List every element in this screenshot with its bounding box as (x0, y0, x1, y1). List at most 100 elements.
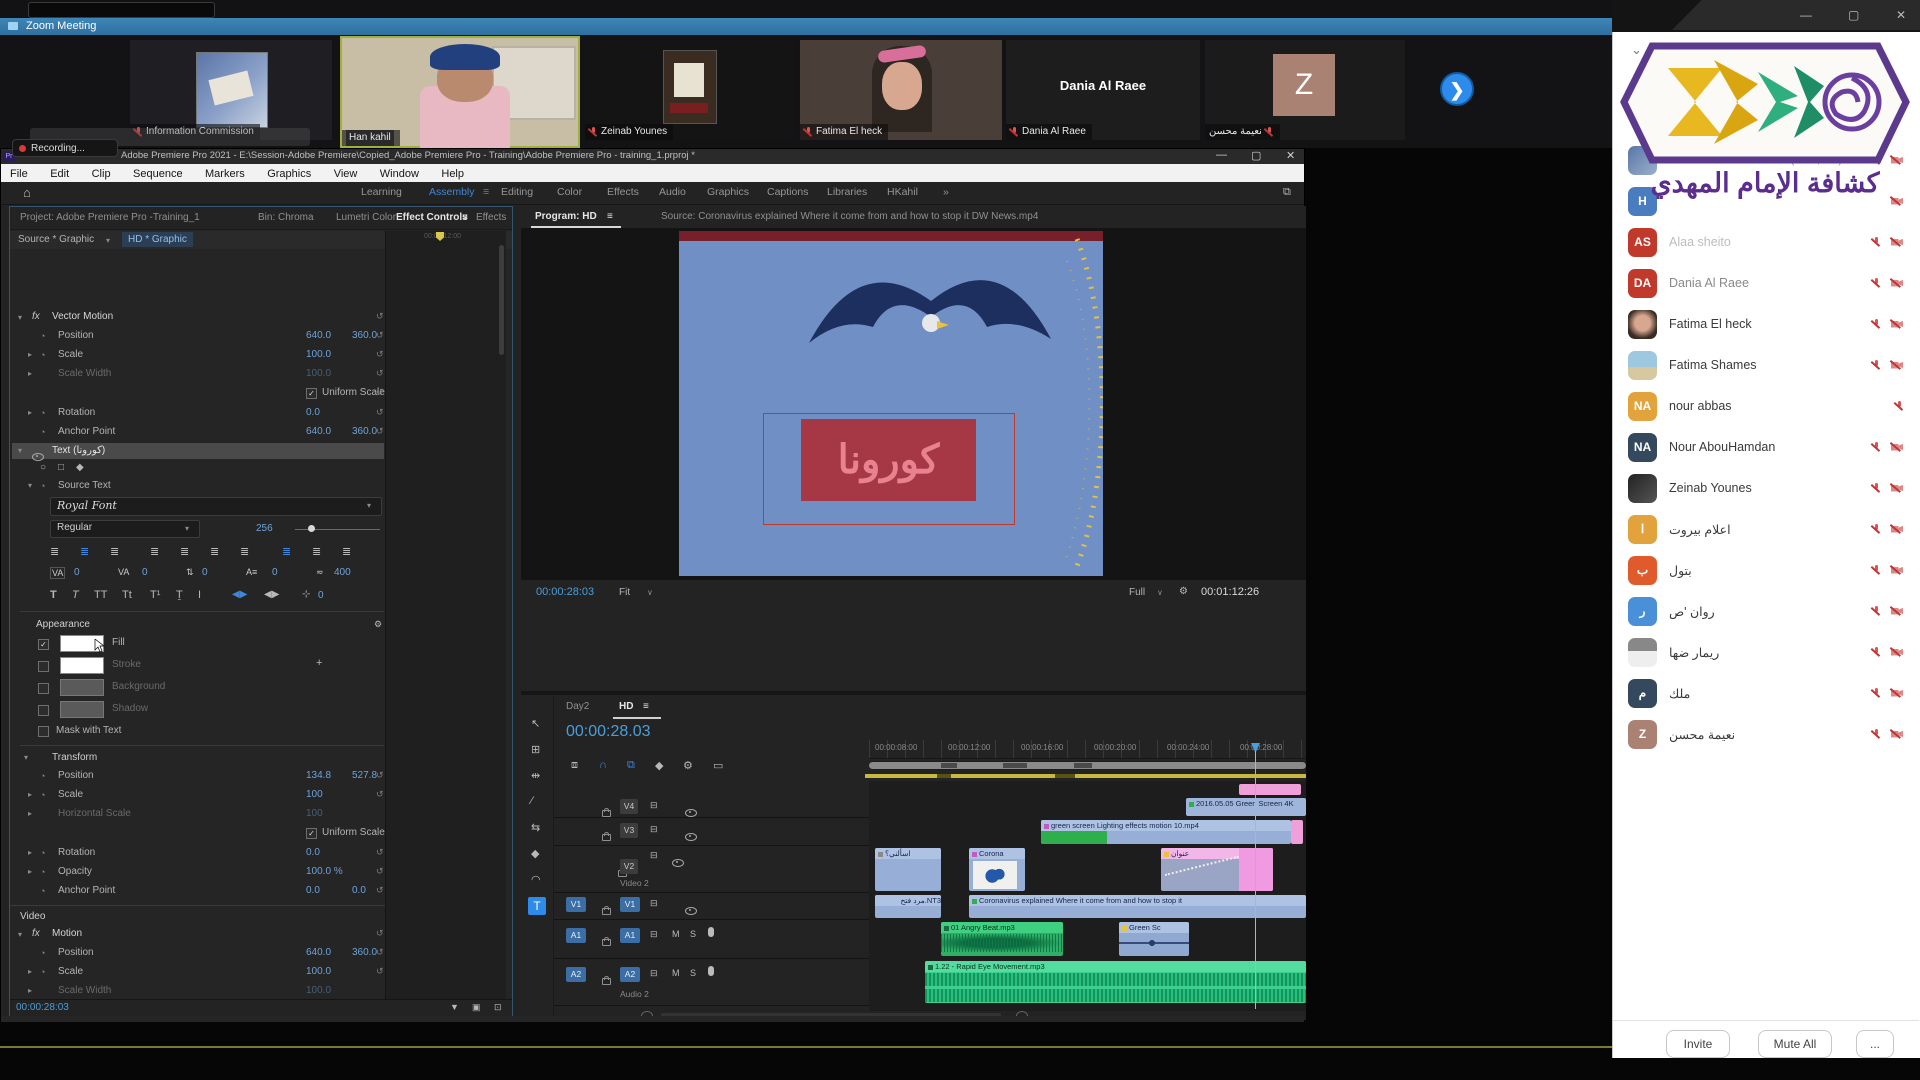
stopwatch-icon[interactable]: ◔ (40, 331, 45, 341)
ripple-edit-tool-icon[interactable]: ⇹ (531, 769, 540, 782)
premiere-titlebar[interactable]: Pr Adobe Premiere Pro 2021 - E:\Session-… (1, 149, 1304, 164)
pen-tool-icon[interactable]: ◆ (531, 847, 539, 860)
track-output-eye-icon[interactable] (685, 907, 697, 915)
disclosure-icon[interactable]: ▸ (28, 408, 32, 417)
tab-project[interactable]: Project: Adobe Premiere Pro -Training_1 (20, 212, 200, 223)
reset-icon[interactable]: ↺ (376, 770, 384, 781)
shadow-color-swatch[interactable] (60, 701, 104, 718)
reset-icon[interactable]: ↺ (376, 407, 384, 418)
timeline-clip-pink-sliver[interactable] (1291, 820, 1303, 844)
slip-tool-icon[interactable]: ⇆ (531, 821, 540, 834)
video-tile-han-kahil[interactable]: Han kahil (340, 36, 580, 148)
v-scale-width-value[interactable]: 100.0 (306, 985, 331, 996)
pen-tool-icon[interactable]: ◆ (76, 462, 84, 473)
tab-source[interactable]: Source: Coronavirus explained Where it c… (661, 211, 1038, 222)
tab-program[interactable]: Program: HD (535, 211, 597, 222)
timeline-ruler[interactable]: 00:00:08:00 00:00:12:00 00:00:16:00 00:0… (869, 740, 1306, 759)
timeline-clip-green-sc-audio[interactable]: Green Sc (1119, 922, 1189, 956)
stopwatch-icon[interactable]: ◔ (40, 481, 45, 491)
video-tile-information-commission[interactable]: Information Commission (130, 40, 332, 140)
mute-button[interactable]: M (672, 968, 680, 978)
timeline-clip-green-screen-4k[interactable]: 2016.05.05 Green Screen 4K (1186, 798, 1306, 816)
shadow-checkbox[interactable] (38, 705, 49, 716)
align-right-icon[interactable]: ≣ (110, 545, 119, 558)
workspace-hkahil[interactable]: HKahil (887, 186, 918, 198)
participant-row[interactable]: DA Dania Al Raee (1628, 263, 1904, 303)
timeline-timecode[interactable]: 00:00:28.03 (566, 723, 651, 741)
track-header-a1[interactable]: A1 A1 ⊟ M S (554, 920, 869, 959)
linked-selection-icon[interactable]: ⧉ (627, 759, 635, 772)
menu-file[interactable]: File (1, 165, 37, 183)
justify-full-icon[interactable]: ≣ (240, 545, 249, 558)
participant-row[interactable]: AS Alaa sheito (1628, 222, 1904, 262)
anchor-y-value[interactable]: 360.0 (352, 426, 377, 437)
panel-menu-icon[interactable]: ≡ (607, 211, 613, 222)
small-caps-icon[interactable]: Tt (122, 589, 132, 601)
strikethrough-icon[interactable]: I (198, 589, 201, 601)
voiceover-mic-icon[interactable] (708, 927, 714, 937)
disclosure-icon[interactable]: ▸ (28, 790, 32, 799)
font-size-slider-handle[interactable] (308, 525, 315, 532)
lock-icon[interactable] (602, 978, 611, 985)
panel-minimize-button[interactable]: — (1800, 8, 1812, 22)
lock-icon[interactable] (602, 908, 611, 915)
menu-markers[interactable]: Markers (196, 165, 254, 183)
type-tool-icon[interactable]: T (528, 897, 546, 915)
disclosure-icon[interactable]: ▸ (28, 867, 32, 876)
reset-icon[interactable]: ↺ (376, 928, 384, 939)
fill-checkbox[interactable]: ✓ (38, 639, 49, 650)
hand-tool-icon[interactable]: ◠ (531, 873, 541, 886)
chevron-down-icon[interactable]: ∨ (647, 588, 653, 597)
rtl-direction-icon[interactable]: ◀▶ (232, 589, 247, 600)
timeline-clip-rapid-eye-movement[interactable]: 1.22 - Rapid Eye Movement.mp3 (925, 961, 1306, 1003)
minimize-button[interactable]: — (1216, 149, 1227, 161)
participant-row[interactable]: ر روان 'ص (1628, 591, 1904, 631)
track-header-v1[interactable]: V1 V1 ⊟ (554, 893, 869, 920)
stroke-width-value[interactable]: 400 (334, 567, 351, 578)
v-position-y[interactable]: 360.0 (352, 947, 377, 958)
chevron-down-icon[interactable]: ∨ (1157, 588, 1163, 597)
menu-edit[interactable]: Edit (41, 165, 78, 183)
stopwatch-icon[interactable]: ◔ (40, 948, 45, 958)
fit-dropdown[interactable]: Fit (619, 587, 630, 598)
timeline-clip-angry-beat[interactable]: 01 Angry Beat.mp3 (941, 922, 1063, 956)
participant-row[interactable]: NA Nour AbouHamdan (1628, 427, 1904, 467)
invite-button[interactable]: Invite (1666, 1030, 1730, 1058)
workspace-graphics[interactable]: Graphics (707, 186, 749, 198)
v-scale-value[interactable]: 100.0 (306, 966, 331, 977)
t-anchor-y[interactable]: 0.0 (352, 885, 366, 896)
video-off-icon[interactable] (1891, 278, 1904, 289)
scale-value[interactable]: 100.0 (306, 349, 331, 360)
disclosure-icon[interactable]: ▾ (18, 313, 22, 322)
track-v2-button[interactable]: V2 (620, 859, 638, 874)
reset-icon[interactable]: ↺ (376, 387, 384, 398)
timeline-clip-asalni[interactable]: اسألني؟ (875, 848, 941, 891)
track-v3-button[interactable]: V3 (620, 823, 638, 838)
snap-icon[interactable]: ∩ (599, 759, 607, 771)
timeline-clip-corona-image[interactable]: Corona (969, 848, 1025, 891)
font-style-select[interactable]: Regular ▾ (50, 520, 200, 538)
lock-icon[interactable] (602, 939, 611, 946)
rectangle-tool-icon[interactable]: □ (58, 462, 64, 473)
timeline-clip-anwan-title[interactable]: عنوان (1161, 848, 1273, 891)
razor-tool-icon[interactable]: ∕ (531, 795, 533, 807)
panel-menu-icon[interactable]: ≡ (462, 212, 468, 223)
position-x-value[interactable]: 640.0 (306, 330, 331, 341)
t-position-y[interactable]: 527.8 (352, 770, 377, 781)
background-checkbox[interactable] (38, 683, 49, 694)
participant-row[interactable]: Zeinab Younes (1628, 468, 1904, 508)
position-y-value[interactable]: 360.0 (352, 330, 377, 341)
sync-lock-icon[interactable]: ⊟ (650, 898, 658, 909)
stopwatch-icon[interactable]: ◔ (40, 967, 45, 977)
mute-all-button[interactable]: Mute All (1758, 1030, 1832, 1058)
reset-icon[interactable]: ↺ (376, 368, 384, 379)
stopwatch-icon[interactable]: ◔ (40, 408, 45, 418)
track-a1-button[interactable]: A1 (620, 928, 640, 943)
t-rotation-value[interactable]: 0.0 (306, 847, 320, 858)
timeline-clip-green-screen-lighting[interactable]: green screen Lighting effects motion 10.… (1041, 820, 1291, 844)
track-header-v4[interactable]: V4 ⊟ (554, 797, 869, 818)
nest-icon[interactable]: ⧈ (571, 759, 578, 772)
source-patch-v1[interactable]: V1 (566, 897, 586, 912)
participant-row[interactable]: م ملك (1628, 673, 1904, 713)
reset-icon[interactable]: ↺ (376, 330, 384, 341)
